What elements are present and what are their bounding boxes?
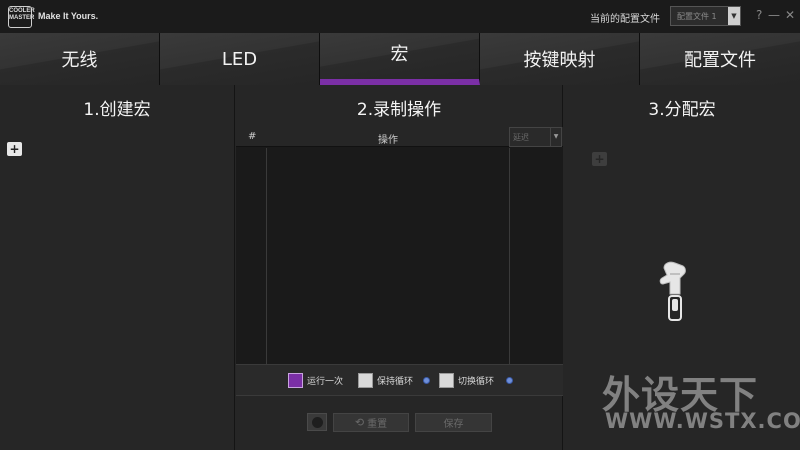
- reset-label: 重置: [367, 419, 388, 430]
- save-button[interactable]: 保存: [415, 413, 492, 432]
- tab-label: 按键映射: [523, 50, 596, 71]
- info-icon[interactable]: [506, 377, 513, 384]
- close-icon[interactable]: ✕: [785, 8, 795, 22]
- chevron-down-icon[interactable]: ▼: [550, 128, 561, 146]
- create-macro-title: 1.创建宏: [83, 100, 151, 120]
- minimize-icon[interactable]: —: [768, 8, 780, 22]
- delay-select-value: 延迟: [513, 133, 529, 142]
- column-divider: [509, 148, 510, 364]
- table-body[interactable]: [236, 148, 563, 364]
- assign-macro-add-button[interactable]: +: [592, 152, 607, 166]
- run-once-checkbox[interactable]: [288, 373, 303, 388]
- run-once-label: 运行一次: [307, 377, 344, 387]
- save-label: 保存: [443, 419, 464, 430]
- main-tabs: 无线 LED 宏 按键映射 配置文件: [0, 33, 800, 85]
- keep-loop-label: 保持循环: [377, 377, 414, 387]
- tab-profiles[interactable]: 配置文件: [640, 33, 800, 85]
- delay-select[interactable]: 延迟 ▼: [509, 127, 562, 147]
- record-dot-icon: [312, 417, 323, 428]
- tab-macro[interactable]: 宏: [320, 33, 480, 85]
- tab-wireless[interactable]: 无线: [0, 33, 160, 85]
- add-macro-button[interactable]: +: [7, 142, 22, 156]
- create-macro-panel: 1.创建宏 +: [0, 85, 235, 450]
- assign-macro-title: 3.分配宏: [648, 100, 716, 120]
- record-button[interactable]: [307, 413, 327, 431]
- brand-slogan: Make It Yours.: [38, 11, 99, 21]
- toggle-loop-label: 切换循环: [458, 377, 495, 387]
- keep-loop-option[interactable]: 保持循环: [358, 373, 413, 388]
- toggle-loop-option[interactable]: 切换循环: [439, 373, 494, 388]
- tab-label: 无线: [61, 50, 98, 71]
- run-once-option[interactable]: 运行一次: [288, 373, 343, 388]
- column-index-header: #: [248, 131, 257, 142]
- chevron-down-icon[interactable]: ▼: [728, 7, 740, 25]
- macro-actions-table: # 操作 延迟 ▼: [236, 127, 563, 364]
- tab-label: 宏: [390, 44, 409, 65]
- help-icon[interactable]: ?: [756, 8, 762, 22]
- record-actions-panel: 2.录制操作 # 操作 延迟 ▼ 运行一次 保持循环 切换循环 ⟲ 重置 保存: [236, 85, 563, 450]
- tab-label: LED: [221, 48, 258, 70]
- column-divider: [266, 148, 267, 364]
- cooler-master-logo: COOLER MASTER: [8, 6, 35, 28]
- tab-label: 配置文件: [684, 50, 756, 71]
- keep-loop-checkbox[interactable]: [358, 373, 373, 388]
- info-icon[interactable]: [423, 377, 430, 384]
- loop-options-bar: 运行一次 保持循环 切换循环: [236, 364, 563, 396]
- watermark-en: WWW.WSTX.COM: [605, 409, 800, 433]
- reset-button[interactable]: ⟲ 重置: [333, 413, 409, 432]
- table-header: # 操作 延迟 ▼: [236, 127, 563, 147]
- column-action-header: 操作: [378, 135, 398, 146]
- profile-select[interactable]: 配置文件 1 ▼: [670, 6, 741, 26]
- reset-icon: ⟲: [354, 416, 365, 429]
- current-profile-label: 当前的配置文件: [590, 14, 660, 25]
- tab-led[interactable]: LED: [160, 33, 320, 85]
- record-actions-title: 2.录制操作: [356, 100, 442, 120]
- hand-pointer-icon: [659, 261, 686, 321]
- toggle-loop-checkbox[interactable]: [439, 373, 454, 388]
- profile-select-value: 配置文件 1: [677, 12, 717, 21]
- title-bar: COOLER MASTER Make It Yours. 当前的配置文件 配置文…: [0, 0, 800, 33]
- tab-key-mapping[interactable]: 按键映射: [480, 33, 640, 85]
